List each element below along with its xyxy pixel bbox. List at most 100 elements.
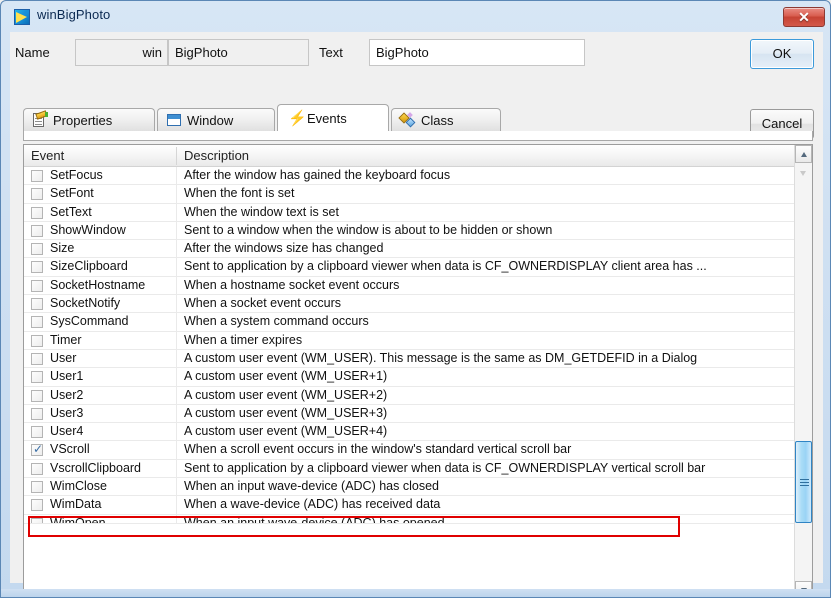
table-row[interactable]: SizeClipboard Sent to application by a cl… xyxy=(24,258,795,277)
column-divider xyxy=(176,167,177,185)
name-input[interactable]: BigPhoto xyxy=(168,39,309,66)
checkbox-unchecked[interactable] xyxy=(31,352,43,365)
cell-description: When an input wave-device (ADC) has open… xyxy=(184,515,445,524)
cell-event-name: User4 xyxy=(50,424,84,439)
checkbox-checked[interactable]: ✓ xyxy=(31,442,43,457)
cell-event-name: WimClose xyxy=(50,479,107,494)
table-row[interactable]: SysCommand When a system command occurs xyxy=(24,313,795,332)
scroll-up-arrow[interactable] xyxy=(795,145,812,163)
checkbox-unchecked[interactable] xyxy=(31,407,43,420)
cell-event-name: SetFocus xyxy=(50,168,103,182)
checkbox-unchecked[interactable] xyxy=(31,279,43,292)
table-row[interactable]: Timer When a timer expires xyxy=(24,331,795,350)
tab-events[interactable]: ⚡ Events xyxy=(277,104,389,131)
cell-description: When an input wave-device (ADC) has clos… xyxy=(184,479,439,494)
checkbox-unchecked[interactable] xyxy=(31,243,43,256)
checkbox-unchecked[interactable] xyxy=(31,371,43,384)
properties-icon xyxy=(31,110,48,128)
cell-description: A custom user event (WM_USER+4) xyxy=(184,424,388,439)
checkbox-unchecked[interactable] xyxy=(31,426,43,439)
cell-event-name: SocketHostname xyxy=(50,277,146,292)
column-divider xyxy=(176,331,177,349)
list-header: Event Description xyxy=(24,145,812,167)
cell-description: When the font is set xyxy=(184,186,295,201)
tab-window[interactable]: Window xyxy=(157,108,275,131)
table-row[interactable]: ShowWindow Sent to a window when the wind… xyxy=(24,221,795,241)
events-list: Event Description SetFocus After the wind… xyxy=(23,144,813,597)
table-row[interactable]: SocketHostname When a hostname socket eve… xyxy=(24,276,795,296)
checkbox-unchecked[interactable] xyxy=(31,481,43,494)
cell-description: A custom user event (WM_USER+3) xyxy=(184,405,388,420)
tab-properties-label: Properties xyxy=(53,113,113,128)
cell-event-name: VscrollClipboard xyxy=(50,460,142,475)
table-row[interactable]: User1 A custom user event (WM_USER+1) xyxy=(24,368,795,387)
checkbox-unchecked[interactable] xyxy=(31,334,43,347)
name-prefix-field[interactable]: win xyxy=(75,39,168,66)
checkbox-unchecked[interactable] xyxy=(31,316,43,329)
checkbox-unchecked[interactable] xyxy=(31,389,43,402)
cell-event-name: VScroll xyxy=(50,442,90,457)
table-row[interactable]: SetText When the window text is set xyxy=(24,203,795,222)
close-icon: ✕ xyxy=(798,9,810,25)
tab-class[interactable]: Class xyxy=(391,108,501,131)
checkbox-unchecked[interactable] xyxy=(31,224,43,237)
checkbox-unchecked[interactable] xyxy=(31,462,43,475)
column-divider xyxy=(176,221,177,240)
cell-description: A custom user event (WM_USER+1) xyxy=(184,369,388,384)
table-row[interactable]: VscrollClipboard Sent to application by a… xyxy=(24,459,795,479)
column-divider xyxy=(176,240,177,258)
checkbox-unchecked[interactable] xyxy=(31,261,43,274)
checkbox-unchecked[interactable] xyxy=(31,499,43,512)
cell-event-name: WimOpen xyxy=(50,515,106,524)
tab-properties[interactable]: Properties xyxy=(23,108,155,131)
cell-event-name: User2 xyxy=(50,387,84,402)
text-label: Text xyxy=(319,45,343,60)
checkbox-unchecked[interactable] xyxy=(31,517,43,523)
cell-description: When the window text is set xyxy=(184,204,339,219)
column-header-description[interactable]: Description xyxy=(184,148,249,163)
cell-description: When a system command occurs xyxy=(184,314,369,329)
cell-event-name: ShowWindow xyxy=(50,222,126,237)
text-input[interactable]: BigPhoto xyxy=(369,39,585,66)
cell-description: Sent to application by a clipboard viewe… xyxy=(184,259,707,274)
lightning-bolt-icon: ⚡ xyxy=(288,110,307,127)
cell-event-name: Timer xyxy=(50,332,82,347)
table-row[interactable]: User4 A custom user event (WM_USER+4) xyxy=(24,423,795,442)
column-divider xyxy=(176,276,177,295)
window-bottom-edge xyxy=(1,589,830,597)
checkbox-unchecked[interactable] xyxy=(31,298,43,311)
column-divider xyxy=(176,496,177,514)
checkbox-unchecked[interactable] xyxy=(31,188,43,201)
table-row[interactable]: SetFont When the font is set xyxy=(24,185,795,204)
column-header-event[interactable]: Event xyxy=(31,148,64,163)
table-row[interactable]: WimData When a wave-device (ADC) has rece… xyxy=(24,496,795,515)
column-divider xyxy=(176,404,177,423)
app-photo-icon xyxy=(14,9,30,25)
cell-description: When a hostname socket event occurs xyxy=(184,277,400,292)
cell-event-name: SizeClipboard xyxy=(50,259,128,274)
cell-event-name: SysCommand xyxy=(50,314,129,329)
scroll-track-marker xyxy=(800,171,806,176)
checkbox-unchecked[interactable] xyxy=(31,206,43,219)
table-row[interactable]: User2 A custom user event (WM_USER+2) xyxy=(24,386,795,405)
column-divider xyxy=(176,514,177,523)
table-row[interactable]: SocketNotify When a socket event occurs xyxy=(24,295,795,314)
table-row[interactable]: SetFocus After the window has gained the … xyxy=(24,167,795,186)
cell-event-name: User xyxy=(50,350,77,365)
scroll-thumb[interactable] xyxy=(795,441,812,523)
close-button[interactable]: ✕ xyxy=(783,7,825,27)
vertical-scrollbar[interactable] xyxy=(794,145,812,597)
name-text-field-row: Name win BigPhoto Text BigPhoto xyxy=(10,39,823,69)
class-diamond-icon xyxy=(398,112,416,128)
checkbox-unchecked[interactable] xyxy=(31,170,43,182)
table-row[interactable]: User3 A custom user event (WM_USER+3) xyxy=(24,404,795,424)
table-row[interactable]: Size After the windows size has changed xyxy=(24,240,795,259)
column-divider xyxy=(176,313,177,331)
table-row[interactable]: ✓ VScroll When a scroll event occurs in th… xyxy=(24,441,795,460)
table-row[interactable]: WimOpen When an input wave-device (ADC) h… xyxy=(24,514,795,524)
cell-event-name: SetText xyxy=(50,204,92,219)
ok-button[interactable]: OK xyxy=(750,39,814,69)
table-row[interactable]: WimClose When an input wave-device (ADC) … xyxy=(24,478,795,497)
column-divider xyxy=(176,478,177,496)
table-row[interactable]: User A custom user event (WM_USER). This … xyxy=(24,349,795,369)
